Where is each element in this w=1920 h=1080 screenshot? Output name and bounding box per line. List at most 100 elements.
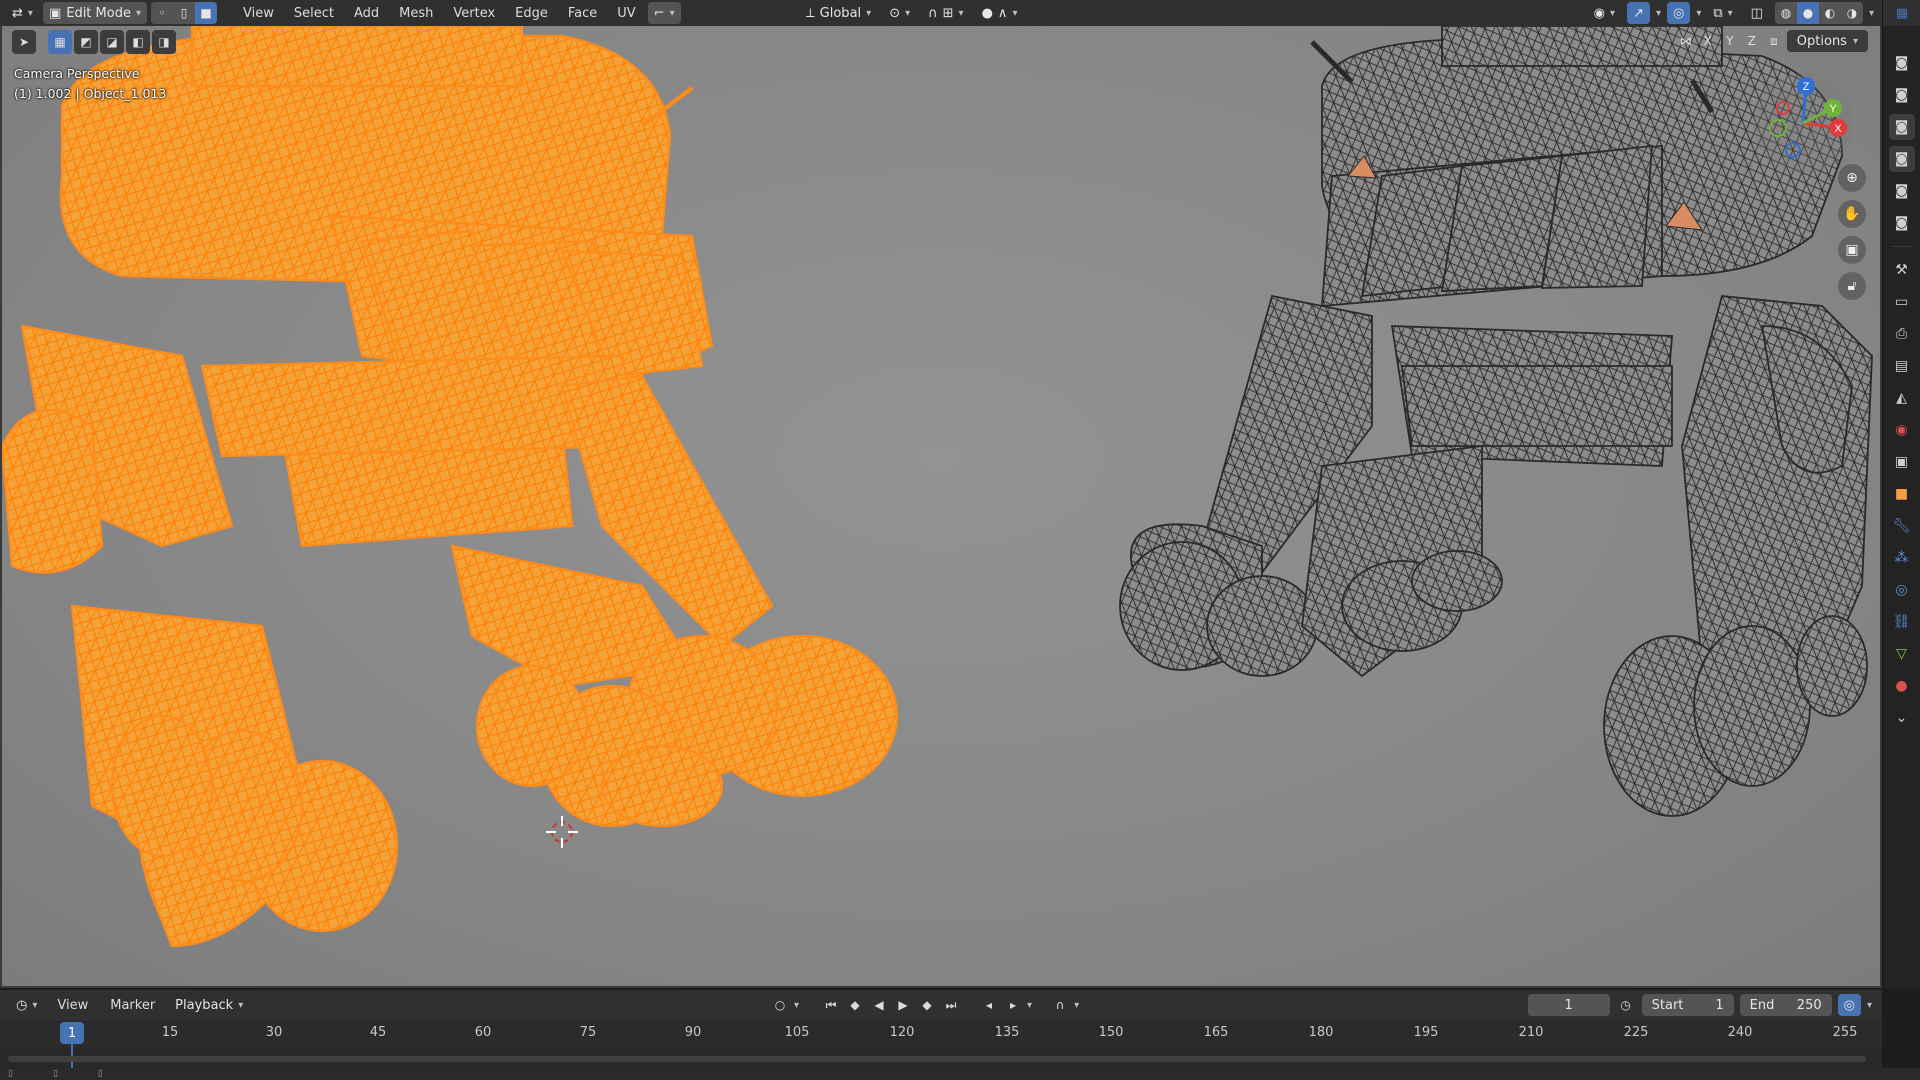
mouse-select-icon: ▯ [8,1069,13,1079]
material-icon[interactable]: ● [1889,673,1915,699]
chevron-down-icon[interactable]: ▾ [1074,1000,1079,1011]
physics-icon[interactable]: ◎ [1889,577,1915,603]
tool-settings-icon[interactable]: ⚒ [1889,257,1915,283]
tweak-tool-icon[interactable]: ➤ [12,30,36,54]
prev-keyframe-icon[interactable]: ◆ [845,994,865,1016]
output-icon[interactable]: ⎙ [1889,321,1915,347]
jump-end-icon[interactable]: ⏭ [941,994,961,1016]
timeline-menu-marker[interactable]: Marker [102,994,163,1016]
rendered-shading-icon[interactable]: ◑ [1841,2,1863,24]
xray-toggle[interactable]: ◫ [1745,2,1769,24]
menu-edge[interactable]: Edge [507,2,556,24]
visibility-dropdown[interactable]: ◉ ▾ [1588,2,1621,24]
auto-merge-icon[interactable]: ⧈ [1765,31,1783,51]
material-shading-icon[interactable]: ◐ [1819,2,1841,24]
vertex-select-icon[interactable]: ◦ [151,2,173,24]
chevron-down-icon[interactable]: ▾ [794,1000,799,1011]
mesh-edit-overlay-dropdown[interactable]: ⧉ ▾ [1707,2,1738,24]
orientation-dropdown[interactable]: ⟂ Global ▾ [800,2,877,24]
playhead-line[interactable] [71,1042,73,1068]
chevron-down-icon[interactable]: ▾ [1869,8,1874,19]
face-select-icon[interactable]: ■ [195,2,217,24]
world-icon[interactable]: ◉ [1889,417,1915,443]
stopwatch-icon[interactable]: ◷ [1616,994,1636,1016]
start-frame-field[interactable]: Start 1 [1641,994,1734,1016]
timeline-menu-playback[interactable]: Playback ▾ [169,994,249,1016]
select-box-intersect-icon[interactable]: ◨ [152,30,176,54]
object-icon[interactable]: ■ [1889,481,1915,507]
scene-icon[interactable]: ◭ [1889,385,1915,411]
edge-select-icon[interactable]: ▯ [173,2,195,24]
proportional-edit-toggle[interactable]: ● ∧ ▾ [976,2,1024,24]
frame-ruler[interactable]: 15 30 45 60 75 90 105 120 135 150 165 18… [0,1020,1882,1048]
select-box-extend-icon[interactable]: ◩ [74,30,98,54]
chevron-down-icon[interactable]: ⌄ [1889,705,1915,731]
gizmo-y-label: Y [1829,103,1837,115]
jump-start-icon[interactable]: ⏮ [821,994,841,1016]
timeline-body[interactable]: 15 30 45 60 75 90 105 120 135 150 165 18… [0,1020,1882,1068]
3d-viewport[interactable]: ➤ ▦ ◩ ◪ ◧ ◨ Camera Perspective (1) 1.002… [0,26,1882,988]
editor-type-button[interactable]: ⇄ ▾ [6,2,39,24]
play-reverse-icon[interactable]: ◀ [869,994,889,1016]
timeline-view-toggle[interactable]: ◎ [1837,994,1861,1016]
gizmo-toggle[interactable]: ↗ [1627,2,1650,24]
camera-icon[interactable]: ▣ [1838,236,1866,264]
properties-editor-type[interactable]: ▦ [1883,0,1920,26]
menu-face[interactable]: Face [560,2,605,24]
chevron-down-icon[interactable]: ▾ [1656,8,1661,19]
select-box-subtract-icon[interactable]: ◪ [100,30,124,54]
end-frame-field[interactable]: End 250 [1739,994,1832,1016]
chevron-down-icon[interactable]: ▾ [1027,1000,1032,1011]
select-box-difference-icon[interactable]: ◧ [126,30,150,54]
playhead[interactable]: 1 [60,1022,84,1044]
mirror-x-toggle[interactable]: X [1699,31,1717,51]
render-icon[interactable]: ▭ [1889,289,1915,315]
zoom-icon[interactable]: ⊕ [1838,164,1866,192]
mirror-y-toggle[interactable]: Y [1721,31,1739,51]
mirror-z-toggle[interactable]: Z [1743,31,1761,51]
menu-select[interactable]: Select [286,2,342,24]
pivot-dropdown[interactable]: ⊙ ▾ [883,2,916,24]
next-keyframe-icon[interactable]: ◆ [917,994,937,1016]
data-icon[interactable]: ▽ [1889,641,1915,667]
lock-icon[interactable]: 🔓︎ [1838,272,1866,300]
menu-add[interactable]: Add [346,2,387,24]
camera-icon[interactable]: ◙ [1888,146,1915,172]
wireframe-shading-icon[interactable]: ◍ [1775,2,1797,24]
select-box-new-icon[interactable]: ▦ [48,30,72,54]
camera-icon[interactable]: ◙ [1889,50,1915,76]
timeline-menu-view[interactable]: View [49,994,96,1016]
camera-icon[interactable]: ◙ [1888,114,1915,140]
timeline-scrollbar[interactable] [8,1056,1866,1062]
particles-icon[interactable]: ⁂ [1889,545,1915,571]
xray-icon: ◫ [1750,5,1763,21]
prev-key-icon[interactable]: ◂ [979,994,999,1016]
menu-mesh[interactable]: Mesh [391,2,441,24]
next-key-icon[interactable]: ▸ [1003,994,1023,1016]
options-dropdown[interactable]: Options ▾ [1786,30,1868,52]
pan-icon[interactable]: ✋ [1838,200,1866,228]
menu-view[interactable]: View [235,2,282,24]
solid-shading-icon[interactable]: ● [1796,2,1819,24]
navigation-gizmo[interactable]: Z X Y [1748,68,1858,178]
timeline-editor-type[interactable]: ◷ ▾ [10,994,43,1016]
collection-icon[interactable]: ▣ [1889,449,1915,475]
view-layer-icon[interactable]: ▤ [1889,353,1915,379]
snap-toggle[interactable]: ∩ ⊞ ▾ [922,2,969,24]
play-icon[interactable]: ▶ [893,994,913,1016]
chevron-down-icon[interactable]: ▾ [1867,1000,1872,1011]
current-frame-field[interactable]: 1 [1527,994,1610,1016]
auto-keying-icon[interactable]: ○ [770,994,790,1016]
uv-extra-dropdown[interactable]: ⌐ ▾ [647,2,681,24]
constraints-icon[interactable]: ⛓︎ [1889,609,1915,635]
mode-dropdown[interactable]: ▣ Edit Mode ▾ [42,2,147,24]
snapping-icon[interactable]: ∩ [1050,994,1070,1016]
menu-uv[interactable]: UV [609,2,643,24]
camera-icon[interactable]: ◙ [1889,178,1915,204]
modifier-icon[interactable]: 🔧︎ [1889,513,1915,539]
camera-icon[interactable]: ◙ [1889,210,1915,236]
chevron-down-icon[interactable]: ▾ [1696,8,1701,19]
menu-vertex[interactable]: Vertex [445,2,503,24]
camera-icon[interactable]: ◙ [1889,82,1915,108]
overlay-toggle[interactable]: ◎ [1666,2,1691,24]
